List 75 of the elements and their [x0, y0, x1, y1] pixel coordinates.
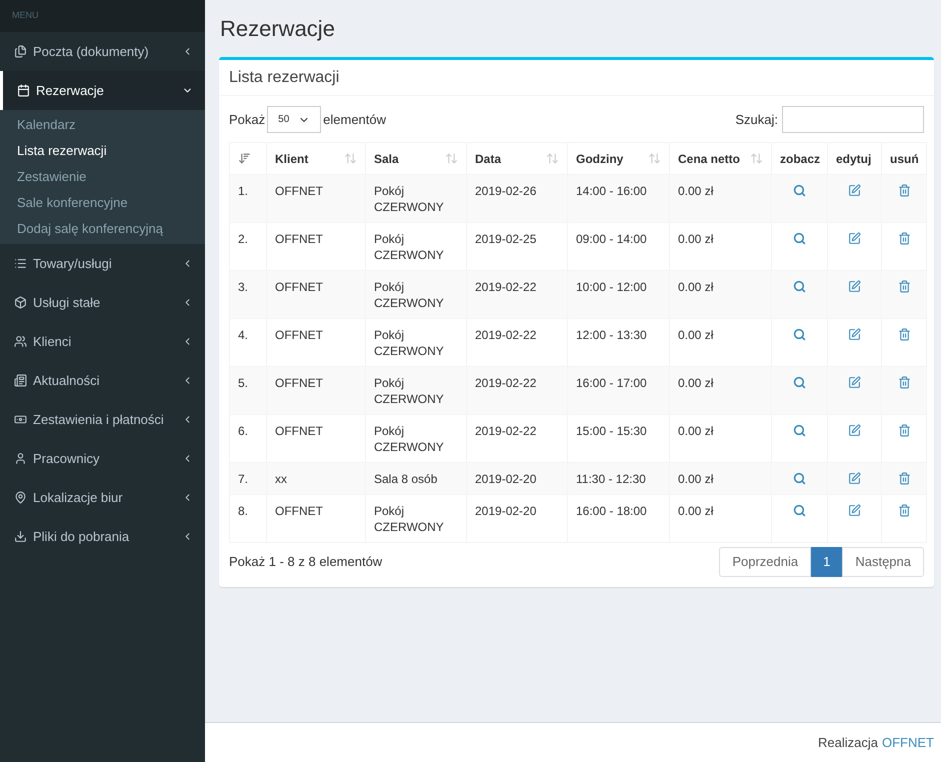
delete-button[interactable]	[898, 232, 910, 245]
edit-button[interactable]	[848, 328, 861, 341]
view-button[interactable]	[793, 328, 806, 341]
previous-button[interactable]: Poprzednia	[719, 547, 812, 577]
table-cell: 0.00 zł	[670, 494, 772, 542]
footer-text: Realizacja	[818, 734, 878, 752]
view-button[interactable]	[793, 376, 806, 389]
submenu-item[interactable]: Lista rezerwacji	[0, 138, 205, 164]
delete-button[interactable]	[898, 472, 910, 485]
footer-link[interactable]: OFFNET	[882, 732, 934, 752]
view-button[interactable]	[793, 504, 806, 517]
table-cell: OFFNET	[266, 494, 366, 542]
edit-button[interactable]	[848, 504, 861, 517]
column-header[interactable]: Data	[466, 142, 568, 174]
view-button[interactable]	[793, 280, 806, 293]
sidebar-item[interactable]: Pracownicy	[0, 439, 205, 478]
menu-header: MENU	[12, 9, 38, 22]
submenu-item[interactable]: Kalendarz	[0, 112, 205, 138]
edit-button[interactable]	[848, 376, 861, 389]
calendar-icon	[17, 84, 30, 97]
delete-button[interactable]	[898, 376, 910, 389]
delete-button[interactable]	[898, 424, 910, 437]
sidebar-item[interactable]: Pliki do pobrania	[0, 517, 205, 556]
search-label: Szukaj:	[735, 110, 778, 129]
box-icon	[14, 296, 27, 309]
banknote-icon	[14, 413, 27, 426]
files-icon	[14, 45, 27, 58]
edit-button[interactable]	[848, 424, 861, 437]
page-button[interactable]: 1	[811, 547, 842, 577]
sidebar-item[interactable]: Lokalizacje biur	[0, 478, 205, 517]
delete-button[interactable]	[898, 280, 910, 293]
download-icon	[14, 530, 27, 543]
view-button[interactable]	[793, 184, 806, 197]
box-title: Lista rezerwacji	[229, 68, 340, 88]
map-pin-icon	[14, 491, 27, 504]
delete-button[interactable]	[898, 504, 910, 517]
table-info: Pokaż 1 - 8 z 8 elementów	[229, 552, 382, 571]
table-cell: Pokój CZERWONY	[366, 494, 466, 542]
sidebar-item[interactable]: Rezerwacje	[0, 71, 205, 110]
page-title: Rezerwacje	[220, 15, 336, 43]
sidebar-item[interactable]: Klienci	[0, 322, 205, 361]
sidebar-item[interactable]: Towary/usługi	[0, 244, 205, 283]
list-icon	[14, 257, 27, 270]
length-label: elementów	[323, 110, 386, 129]
next-button[interactable]: Następna	[842, 547, 924, 577]
length-select[interactable]: 50	[267, 106, 322, 133]
edit-button[interactable]	[848, 184, 861, 197]
column-header[interactable]: Sala	[366, 142, 466, 174]
column-header[interactable]: Cena netto	[670, 142, 772, 174]
view-button[interactable]	[793, 424, 806, 437]
table-cell: 2019-02-20	[466, 494, 568, 542]
delete-button[interactable]	[898, 328, 910, 341]
column-header[interactable]: Klient	[266, 142, 366, 174]
length-label: Pokaż	[229, 110, 266, 129]
edit-button[interactable]	[848, 232, 861, 245]
column-header[interactable]: Godziny	[568, 142, 670, 174]
users-icon	[14, 335, 27, 348]
view-button[interactable]	[793, 232, 806, 245]
submenu-item[interactable]: Zestawienie	[0, 164, 205, 190]
table-cell: 16:00 - 18:00	[568, 494, 670, 542]
submenu-item[interactable]: Dodaj salę konferencyjną	[0, 216, 205, 242]
column-header[interactable]	[230, 142, 266, 174]
delete-button[interactable]	[898, 184, 910, 197]
edit-button[interactable]	[848, 280, 861, 293]
sidebar-item[interactable]: Zestawienia i płatności	[0, 400, 205, 439]
sidebar-item[interactable]: Poczta (dokumenty)	[0, 32, 205, 71]
sidebar-item[interactable]: Aktualności	[0, 361, 205, 400]
edit-button[interactable]	[848, 472, 861, 485]
newspaper-icon	[14, 374, 27, 387]
search-field[interactable]	[782, 106, 924, 133]
view-button[interactable]	[793, 472, 806, 485]
user-icon	[14, 452, 27, 465]
table-cell: 8.	[230, 494, 266, 542]
sidebar-item[interactable]: Usługi stałe	[0, 283, 205, 322]
submenu-item[interactable]: Sale konferencyjne	[0, 190, 205, 216]
